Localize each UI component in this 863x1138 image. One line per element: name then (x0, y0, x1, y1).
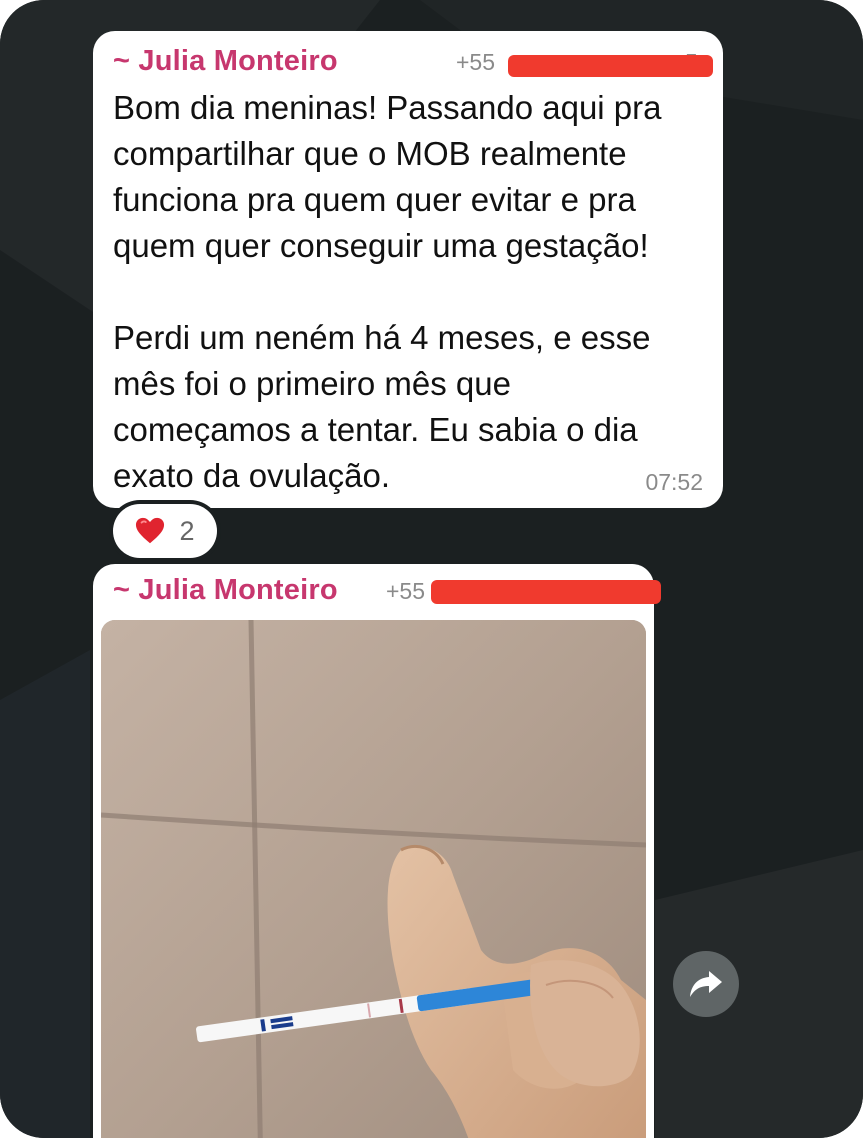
sender-name[interactable]: ~ Julia Monteiro (113, 574, 338, 607)
forward-button[interactable] (673, 951, 739, 1017)
message-photo[interactable] (101, 620, 646, 1138)
message-header: ~ Julia Monteiro +55 (113, 574, 661, 610)
message-bubble[interactable]: ~ Julia Monteiro +55 5 Bom dia meninas! … (93, 31, 723, 508)
message-text: Bom dia meninas! Passando aqui pra compa… (113, 89, 662, 494)
message-time: 07:52 (645, 469, 703, 495)
reaction-badge[interactable]: 2 (113, 504, 217, 558)
message-header: ~ Julia Monteiro +55 5 (113, 45, 713, 81)
redaction-mark (431, 580, 661, 604)
share-forward-icon (690, 971, 722, 997)
test-strip-photo (101, 620, 646, 1138)
sender-phone: +55 (386, 578, 426, 604)
redaction-mark (508, 55, 713, 77)
image-message-bubble[interactable]: ~ Julia Monteiro +55 (93, 564, 661, 1138)
sender-phone: +55 (456, 49, 496, 75)
reaction-count: 2 (179, 515, 195, 546)
sender-name[interactable]: ~ Julia Monteiro (113, 45, 338, 78)
heart-icon (136, 517, 165, 544)
chat-screen: ~ Julia Monteiro +55 5 Bom dia meninas! … (0, 0, 863, 1138)
